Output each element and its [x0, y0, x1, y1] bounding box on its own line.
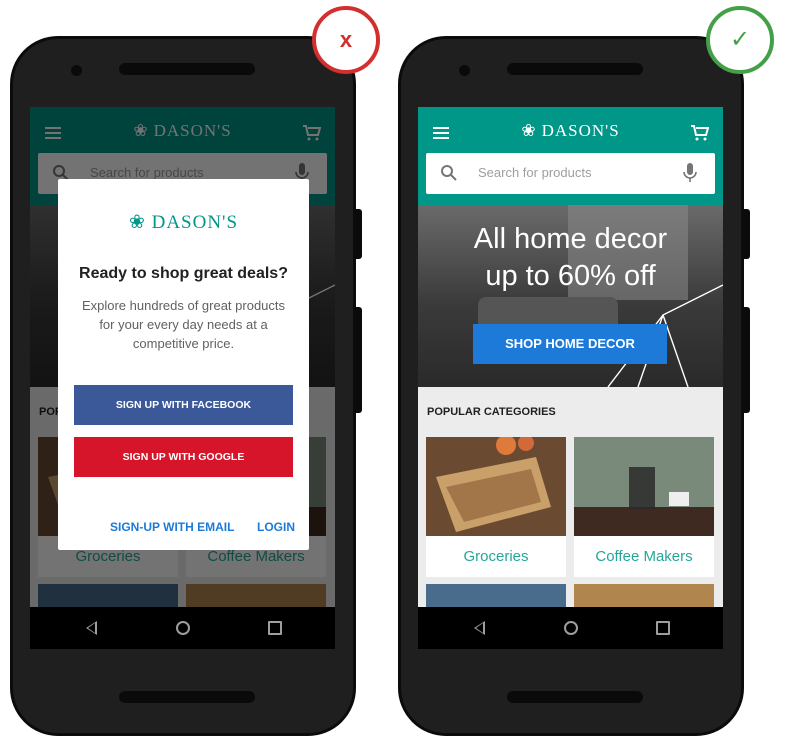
back-icon[interactable] [474, 621, 485, 635]
bottom-speaker [119, 691, 255, 703]
dialog-title: Ready to shop great deals? [79, 265, 288, 282]
phone-good-example: ❀ DASON'S Search for products All home d… [398, 36, 750, 736]
mic-icon[interactable] [683, 163, 697, 183]
google-signup-button[interactable]: SIGN UP WITH GOOGLE [74, 437, 293, 477]
front-camera [459, 65, 470, 76]
bottom-speaker [507, 691, 643, 703]
coffee-makers-image [574, 437, 714, 536]
hero-line-2: up to 60% off [485, 260, 656, 292]
earpiece-speaker [119, 63, 255, 75]
search-icon [441, 165, 457, 181]
login-link[interactable]: LOGIN [257, 520, 295, 534]
search-input[interactable]: Search for products [478, 165, 591, 180]
home-icon[interactable] [176, 621, 190, 635]
phone-bad-example: ❀DASON'S Search for products [10, 36, 362, 736]
x-mark-icon: x [339, 27, 353, 52]
power-button [355, 209, 362, 259]
shop-home-decor-button[interactable]: SHOP HOME DECOR [473, 324, 667, 364]
groceries-image [426, 437, 566, 536]
dialog-brand-label: DASON'S [151, 212, 239, 233]
app-screen: ❀DASON'S Search for products [418, 107, 723, 649]
volume-button [743, 307, 750, 413]
system-nav-bar [418, 607, 723, 649]
hero-headline: All home decor up to 60% off [418, 221, 723, 295]
app-bar: ❀DASON'S Search for products [418, 107, 723, 205]
app-screen: ❀DASON'S Search for products [30, 107, 335, 649]
hero-line-1: All home decor [473, 223, 668, 255]
recents-icon[interactable] [656, 621, 670, 635]
search-bar[interactable]: Search for products [426, 153, 715, 194]
power-button [743, 209, 750, 259]
hero-banner: All home decor up to 60% off SHOP HOME D… [418, 205, 723, 387]
app-brand: ❀DASON'S [418, 121, 723, 141]
category-card-coffee-makers[interactable]: Coffee Makers [574, 437, 714, 577]
recents-icon[interactable] [268, 621, 282, 635]
flower-logo-icon: ❀ [521, 121, 537, 140]
front-camera [71, 65, 82, 76]
signup-dialog: ❀ DASON'S Ready to shop great deals? Exp… [58, 179, 309, 550]
category-label: Coffee Makers [595, 548, 693, 565]
volume-button [355, 307, 362, 413]
flower-logo-icon: ❀ [128, 212, 152, 233]
system-nav-bar [30, 607, 335, 649]
cart-icon[interactable] [691, 125, 709, 141]
good-example-badge: ✓ [706, 6, 774, 74]
bad-example-badge: x [312, 6, 380, 74]
facebook-signup-button[interactable]: SIGN UP WITH FACEBOOK [74, 385, 293, 425]
categories-heading: POPULAR CATEGORIES [427, 406, 556, 418]
category-label: Groceries [463, 548, 529, 565]
category-card-groceries[interactable]: Groceries [426, 437, 566, 577]
app-brand-label: DASON'S [541, 121, 620, 140]
back-icon[interactable] [86, 621, 97, 635]
dialog-body: Explore hundreds of great products for y… [81, 298, 286, 351]
earpiece-speaker [507, 63, 643, 75]
dialog-brand: ❀ DASON'S [58, 211, 309, 234]
home-icon[interactable] [564, 621, 578, 635]
checkmark-icon: ✓ [729, 26, 751, 53]
email-signup-link[interactable]: SIGN-UP WITH EMAIL [110, 520, 234, 534]
